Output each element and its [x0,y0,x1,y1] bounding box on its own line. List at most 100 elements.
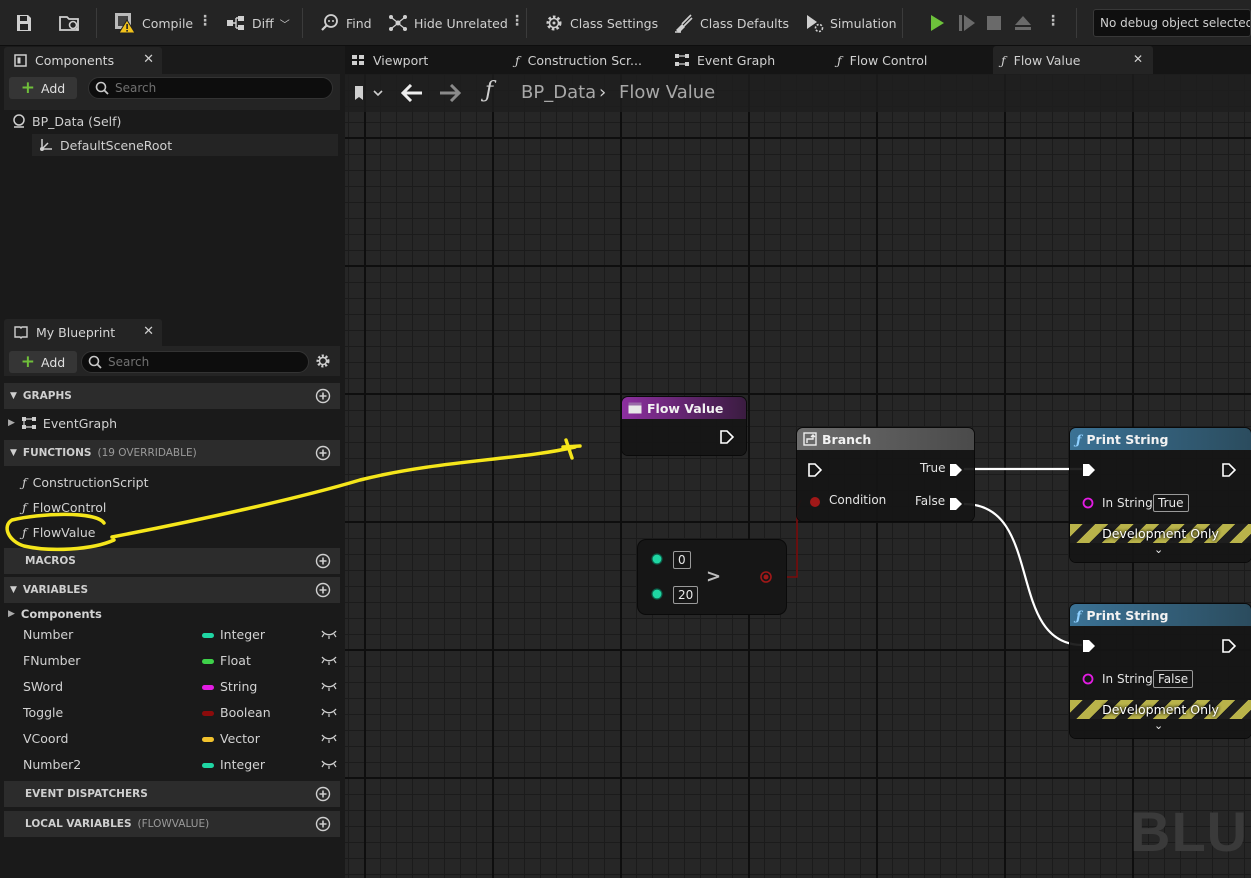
branch-false-pin[interactable] [949,497,963,511]
macros-category[interactable]: MACROS [4,548,340,574]
integer-pin-b[interactable] [651,588,663,600]
add-member-button[interactable]: + Add [9,351,77,373]
branch-true-pin[interactable] [949,463,963,477]
debug-object-select[interactable]: No debug object selected [1093,9,1251,37]
print-exec-in-pin[interactable] [1082,639,1096,653]
find-button[interactable]: Find [320,10,372,36]
step-button[interactable] [958,10,976,36]
stop-button[interactable] [986,10,1002,36]
play-button[interactable] [928,10,946,36]
my-blueprint-search-input[interactable] [108,355,298,369]
diff-icon [226,14,246,32]
add-variable-icon[interactable] [315,582,331,598]
function-item-flowvalue[interactable]: ƒ FlowValue [22,521,96,543]
variable-row[interactable]: Number2 Integer [4,752,340,778]
local-variables-category[interactable]: LOCAL VARIABLES (FLOWVALUE) [4,811,340,837]
print-exec-in-pin[interactable] [1082,463,1096,477]
add-function-icon[interactable] [315,445,331,461]
function-item-label: FlowValue [32,524,96,540]
variable-row[interactable]: Number Integer [4,622,340,648]
integer-pin-a[interactable] [651,553,663,565]
print-exec-out-pin[interactable] [1222,639,1236,653]
graph-item-eventgraph[interactable]: ▶ EventGraph [8,412,117,434]
graphs-category[interactable]: ▼ GRAPHS [4,383,340,409]
value-a-input[interactable]: 0 [673,551,691,569]
functions-category[interactable]: ▼ FUNCTIONS (19 OVERRIDABLE) [4,440,340,466]
my-blueprint-search[interactable] [81,351,309,373]
add-graph-icon[interactable] [315,388,331,404]
expand-chevron-icon[interactable]: ⌄ [1154,543,1163,556]
eye-closed-icon[interactable] [320,759,338,769]
tab-construction-script[interactable]: ƒ Construction Scr... [515,46,642,74]
variable-row[interactable]: Toggle Boolean [4,700,340,726]
compile-options-button[interactable]: ⋮ [198,14,212,28]
add-local-variable-icon[interactable] [315,816,331,832]
simulation-button[interactable]: Simulation [804,10,897,36]
class-defaults-button[interactable]: Class Defaults [674,10,789,36]
eye-closed-icon[interactable] [320,655,338,665]
tab-viewport[interactable]: Viewport [351,46,428,74]
eye-closed-icon[interactable] [320,707,338,717]
components-search-input[interactable] [115,81,305,95]
eye-closed-icon[interactable] [320,733,338,743]
exec-out-pin[interactable] [720,430,734,444]
event-dispatchers-label: EVENT DISPATCHERS [25,788,148,800]
components-tab[interactable]: Components ✕ [4,47,162,74]
value-b-input[interactable]: 20 [673,586,699,604]
class-settings-button[interactable]: Class Settings [544,10,658,36]
my-blueprint-tab[interactable]: My Blueprint ✕ [4,319,162,346]
add-event-dispatcher-icon[interactable] [315,786,331,802]
function-item-constructionscript[interactable]: ƒ ConstructionScript [22,471,149,493]
tab-flow-value[interactable]: ƒ Flow Value ✕ [993,46,1153,74]
print-node-title: Print String [1086,431,1169,447]
eye-closed-icon[interactable] [320,681,338,691]
hide-unrelated-options-button[interactable]: ⋮ [510,14,524,28]
expand-chevron-icon[interactable]: ⌄ [1154,719,1163,732]
tab-flow-control[interactable]: ƒ Flow Control [837,46,927,74]
hide-unrelated-icon [388,13,408,33]
browse-button[interactable] [58,10,82,36]
branch-condition-pin[interactable] [809,496,821,508]
variable-row[interactable]: SWord String [4,674,340,700]
tab-event-graph[interactable]: Event Graph [675,46,775,74]
save-button[interactable] [14,10,34,36]
function-entry-node[interactable]: Flow Value [622,397,746,455]
print-exec-out-pin[interactable] [1222,463,1236,477]
component-self[interactable]: BP_Data (Self) [12,110,121,132]
graph-item-label: EventGraph [42,415,118,431]
settings-gear-icon[interactable] [315,353,331,369]
function-item-flowcontrol[interactable]: ƒ FlowControl [22,496,106,518]
simulation-label: Simulation [830,15,897,31]
add-component-button[interactable]: + Add [9,77,77,99]
greater-than-node[interactable]: 0 20 > [638,540,786,614]
close-icon[interactable]: ✕ [143,52,154,67]
in-string-input[interactable]: True [1153,494,1189,512]
variable-row[interactable]: FNumber Float [4,648,340,674]
print-string-node-false[interactable]: ƒ Print String In String False Developme… [1070,604,1251,738]
event-dispatchers-category[interactable]: EVENT DISPATCHERS [4,781,340,807]
eject-button[interactable] [1014,10,1032,36]
components-search[interactable] [88,77,333,99]
close-icon[interactable]: ✕ [143,324,154,339]
hide-unrelated-button[interactable]: Hide Unrelated [388,10,508,36]
print-string-node-true[interactable]: ƒ Print String In String True Developmen… [1070,428,1251,562]
in-string-pin[interactable] [1082,673,1094,685]
branch-node[interactable]: Branch True Condition False [797,428,974,521]
variable-row[interactable]: VCoord Vector [4,726,340,752]
eye-closed-icon[interactable] [320,629,338,639]
development-only-banner: Development Only [1070,700,1251,719]
compile-button[interactable]: Compile [114,10,193,36]
play-options-button[interactable]: ⋮ [1046,14,1060,28]
diff-button[interactable]: Diff ﹀ [226,10,290,36]
in-string-input[interactable]: False [1153,670,1194,688]
branch-exec-in-pin[interactable] [808,463,822,477]
close-icon[interactable]: ✕ [1133,52,1143,66]
print-node-header: ƒ Print String [1070,428,1251,450]
component-default-scene-root[interactable]: DefaultSceneRoot [32,134,338,156]
in-string-pin[interactable] [1082,497,1094,509]
my-blueprint-tab-label: My Blueprint [36,325,116,340]
add-macro-icon[interactable] [315,553,331,569]
bool-out-pin[interactable] [760,571,772,583]
graph-canvas[interactable]: ƒ BP_Data › Flow Value Flow Value 0 20 >… [345,74,1251,878]
variables-category[interactable]: ▼ VARIABLES [4,577,340,603]
